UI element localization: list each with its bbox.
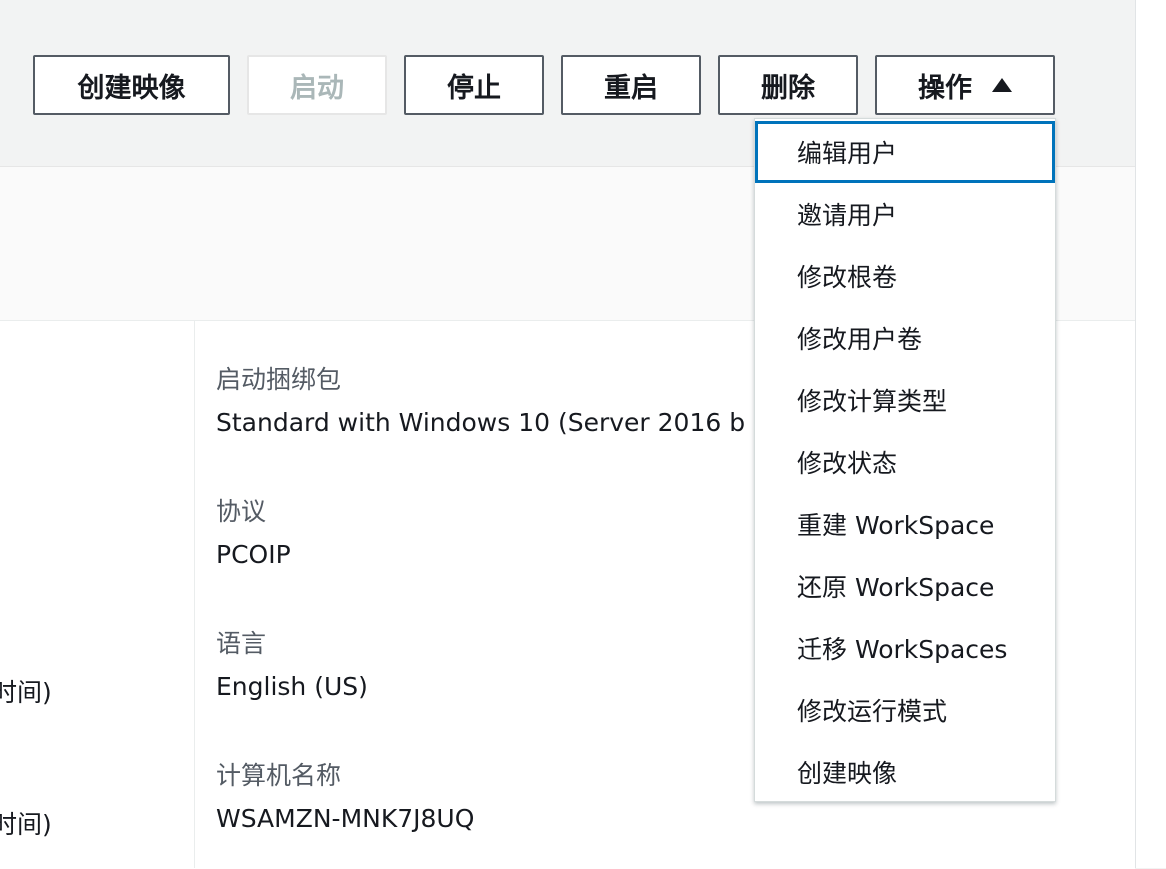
actions-button[interactable]: 操作: [875, 55, 1055, 115]
menu-item-invite-user[interactable]: 邀请用户: [755, 183, 1055, 245]
delete-button[interactable]: 删除: [718, 55, 858, 115]
menu-item-migrate-workspaces[interactable]: 迁移 WorkSpaces: [755, 617, 1055, 679]
computer-name-value: WSAMZN-MNK7J8UQ: [216, 804, 475, 833]
actions-button-label: 操作: [918, 72, 972, 104]
start-button: 启动: [247, 55, 387, 115]
menu-item-rebuild-workspace[interactable]: 重建 WorkSpace: [755, 493, 1055, 555]
computer-name-label: 计算机名称: [216, 761, 342, 790]
menu-item-modify-state[interactable]: 修改状态: [755, 431, 1055, 493]
menu-item-edit-user[interactable]: 编辑用户: [755, 121, 1055, 183]
menu-item-restore-workspace[interactable]: 还原 WorkSpace: [755, 555, 1055, 617]
protocol-label: 协议: [216, 497, 267, 526]
bundle-value-clip: Standard with Windows 10 (Server 2016 b: [0, 400, 754, 450]
bundle-label: 启动捆绑包: [216, 365, 342, 394]
stop-button[interactable]: 停止: [404, 55, 544, 115]
actions-dropdown-menu: 编辑用户 邀请用户 修改根卷 修改用户卷 修改计算类型 修改状态 重建 Work…: [754, 118, 1056, 802]
page-scrollbar-track[interactable]: [1135, 0, 1166, 868]
caret-up-icon: [992, 78, 1012, 92]
menu-item-modify-compute-type[interactable]: 修改计算类型: [755, 369, 1055, 431]
menu-item-modify-user-volume[interactable]: 修改用户卷: [755, 307, 1055, 369]
menu-item-create-image[interactable]: 创建映像: [755, 741, 1055, 803]
time-text: 时间): [0, 678, 52, 707]
reboot-button[interactable]: 重启: [561, 55, 701, 115]
bundle-value: Standard with Windows 10 (Server 2016 b: [216, 408, 746, 437]
time-text: 时间): [0, 810, 52, 839]
language-value: English (US): [216, 672, 368, 701]
create-image-button[interactable]: 创建映像: [33, 55, 230, 115]
protocol-value: PCOIP: [216, 540, 291, 569]
menu-item-modify-running-mode[interactable]: 修改运行模式: [755, 679, 1055, 741]
menu-item-modify-root-volume[interactable]: 修改根卷: [755, 245, 1055, 307]
language-label: 语言: [216, 629, 267, 658]
